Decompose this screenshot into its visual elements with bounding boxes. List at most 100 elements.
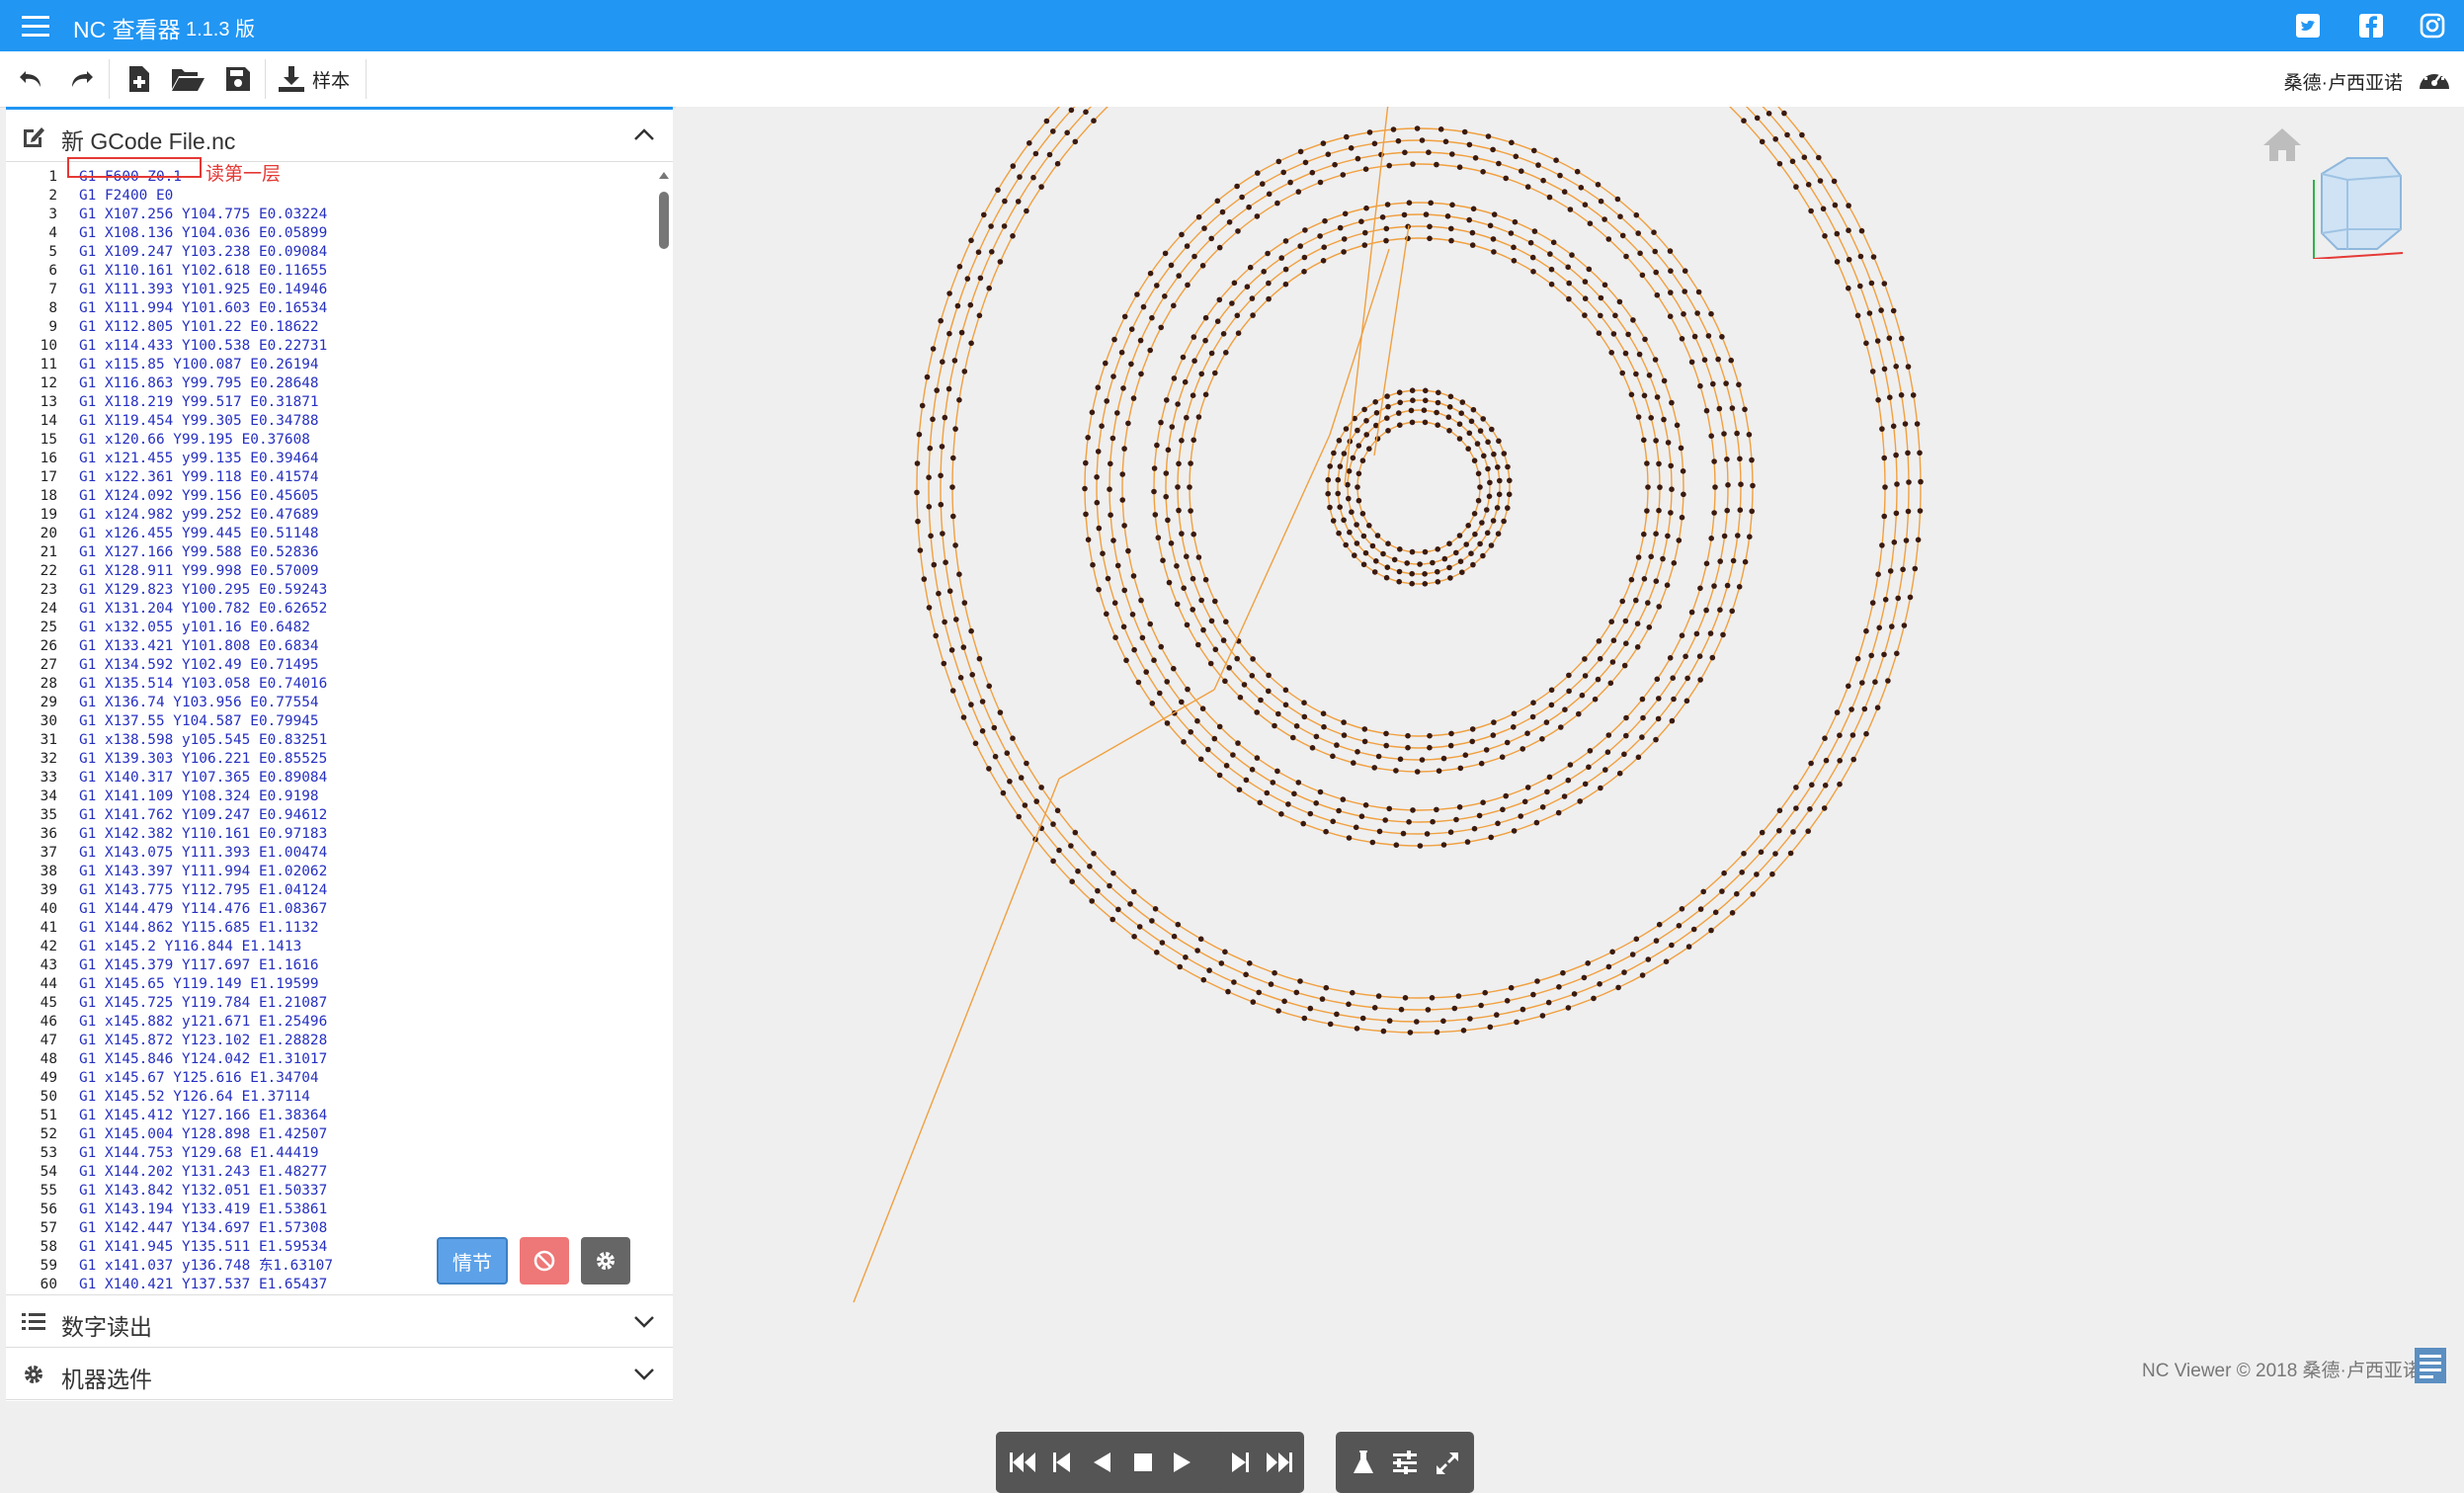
code-line[interactable]: 57 G1 X142.447 Y134.697 E1.57308 bbox=[6, 1219, 653, 1238]
play-reverse-icon[interactable] bbox=[1091, 1451, 1112, 1474]
code-line[interactable]: 13 G1 X118.219 Y99.517 E0.31871 bbox=[6, 393, 653, 412]
numeric-readout-header[interactable]: 数字读出 bbox=[6, 1294, 673, 1348]
code-line[interactable]: 26 G1 X133.421 Y101.808 E0.6834 bbox=[6, 637, 653, 656]
code-line[interactable]: 43 G1 X145.379 Y117.697 E1.1616 bbox=[6, 956, 653, 975]
settings-button[interactable] bbox=[581, 1237, 630, 1285]
open-file-button[interactable] bbox=[168, 61, 207, 97]
code-line[interactable]: 11 G1 x115.85 Y100.087 E0.26194 bbox=[6, 356, 653, 374]
code-line[interactable]: 49 G1 x145.67 Y125.616 E1.34704 bbox=[6, 1069, 653, 1088]
save-button[interactable] bbox=[221, 61, 255, 97]
code-line[interactable]: 34 G1 X141.109 Y108.324 E0.9198 bbox=[6, 788, 653, 806]
doc-icon[interactable] bbox=[2413, 1346, 2448, 1385]
scroll-up-icon[interactable] bbox=[658, 170, 670, 180]
new-file-button[interactable] bbox=[123, 61, 156, 97]
code-line[interactable]: 16 G1 x121.455 y99.135 E0.39464 bbox=[6, 450, 653, 468]
gauge-icon[interactable] bbox=[2417, 63, 2452, 95]
code-line[interactable]: 31 G1 x138.598 y105.545 E0.83251 bbox=[6, 731, 653, 750]
chevron-down-icon[interactable] bbox=[633, 1315, 655, 1329]
code-line[interactable]: 50 G1 X145.52 Y126.64 E1.37114 bbox=[6, 1088, 653, 1107]
code-line[interactable]: 2 G1 F2400 E0 bbox=[6, 187, 653, 206]
code-editor[interactable]: 1 G1 F600 Z0.1 2 G1 F2400 E0 3 G1 X107.256 Y1… bbox=[6, 162, 653, 1294]
skip-start-icon[interactable] bbox=[1008, 1451, 1037, 1474]
code-line[interactable]: 52 G1 X145.004 Y128.898 E1.42507 bbox=[6, 1125, 653, 1144]
step-forward-icon[interactable] bbox=[1229, 1451, 1251, 1474]
code-line[interactable]: 55 G1 X143.842 Y132.051 E1.50337 bbox=[6, 1182, 653, 1201]
user-name[interactable]: 桑德·卢西亚诺 bbox=[2284, 68, 2403, 95]
code-line[interactable]: 47 G1 X145.872 Y123.102 E1.28828 bbox=[6, 1032, 653, 1050]
code-line[interactable]: 4 G1 X108.136 Y104.036 E0.05899 bbox=[6, 224, 653, 243]
code-line[interactable]: 5 G1 X109.247 Y103.238 E0.09084 bbox=[6, 243, 653, 262]
code-line[interactable]: 15 G1 x120.66 Y99.195 E0.37608 bbox=[6, 431, 653, 450]
toolpath-point bbox=[924, 373, 931, 380]
stop-icon[interactable] bbox=[1132, 1452, 1154, 1473]
editor-scrollbar[interactable] bbox=[655, 168, 673, 1393]
code-line[interactable]: 37 G1 X143.075 Y111.393 E1.00474 bbox=[6, 844, 653, 863]
code-line[interactable]: 22 G1 X128.911 Y99.998 E0.57009 bbox=[6, 562, 653, 581]
code-line[interactable]: 10 G1 x114.433 Y100.538 E0.22731 bbox=[6, 337, 653, 356]
view-cube-icon[interactable] bbox=[2308, 150, 2407, 259]
step-back-icon[interactable] bbox=[1051, 1451, 1073, 1474]
code-line[interactable]: 30 G1 X137.55 Y104.587 E0.79945 bbox=[6, 712, 653, 731]
code-line[interactable]: 46 G1 x145.882 y121.671 E1.25496 bbox=[6, 1013, 653, 1032]
play-icon[interactable] bbox=[1172, 1451, 1193, 1474]
code-line[interactable]: 9 G1 X112.805 Y101.22 E0.18622 bbox=[6, 318, 653, 337]
code-line[interactable]: 7 G1 X111.393 Y101.925 E0.14946 bbox=[6, 281, 653, 299]
code-line[interactable]: 18 G1 X124.092 Y99.156 E0.45605 bbox=[6, 487, 653, 506]
toolpath-viewport[interactable]: NC Viewer © 2018 桑德·卢西亚诺 bbox=[676, 0, 2464, 1493]
menu-button[interactable] bbox=[18, 10, 57, 41]
code-line[interactable]: 48 G1 X145.846 Y124.042 E1.31017 bbox=[6, 1050, 653, 1069]
code-line[interactable]: 12 G1 X116.863 Y99.795 E0.28648 bbox=[6, 374, 653, 393]
sample-button[interactable]: 样本 bbox=[277, 61, 360, 97]
code-line[interactable]: 14 G1 X119.454 Y99.305 E0.34788 bbox=[6, 412, 653, 431]
toolpath-canvas[interactable] bbox=[676, 0, 2464, 1406]
code-line[interactable]: 33 G1 X140.317 Y107.365 E0.89084 bbox=[6, 769, 653, 788]
code-line[interactable]: 17 G1 x122.361 Y99.118 E0.41574 bbox=[6, 468, 653, 487]
undo-button[interactable] bbox=[14, 61, 49, 97]
sliders-icon[interactable] bbox=[1391, 1451, 1419, 1474]
code-line[interactable]: 44 G1 X145.65 Y119.149 E1.19599 bbox=[6, 975, 653, 994]
code-line[interactable]: 3 G1 X107.256 Y104.775 E0.03224 bbox=[6, 206, 653, 224]
code-line[interactable]: 29 G1 X136.74 Y103.956 E0.77554 bbox=[6, 694, 653, 712]
code-line[interactable]: 36 G1 X142.382 Y110.161 E0.97183 bbox=[6, 825, 653, 844]
code-line[interactable]: 51 G1 X145.412 Y127.166 E1.38364 bbox=[6, 1107, 653, 1125]
code-line[interactable]: 25 G1 x132.055 y101.16 E0.6482 bbox=[6, 619, 653, 637]
code-line[interactable]: 27 G1 X134.592 Y102.49 E0.71495 bbox=[6, 656, 653, 675]
code-line[interactable]: 39 G1 X143.775 Y112.795 E1.04124 bbox=[6, 881, 653, 900]
skip-end-icon[interactable] bbox=[1265, 1451, 1294, 1474]
clear-button[interactable] bbox=[520, 1237, 569, 1285]
code-line[interactable]: 42 G1 x145.2 Y116.844 E1.1413 bbox=[6, 938, 653, 956]
chevron-up-icon[interactable] bbox=[633, 127, 655, 141]
code-line[interactable]: 20 G1 x126.455 Y99.445 E0.51148 bbox=[6, 525, 653, 543]
plot-button[interactable]: 情节 bbox=[437, 1237, 508, 1285]
code-line[interactable]: 32 G1 X139.303 Y106.221 E0.85525 bbox=[6, 750, 653, 769]
code-line[interactable]: 56 G1 X143.194 Y133.419 E1.53861 bbox=[6, 1201, 653, 1219]
toolpath-point bbox=[1340, 172, 1347, 178]
code-line[interactable]: 41 G1 X144.862 Y115.685 E1.1132 bbox=[6, 919, 653, 938]
code-line[interactable]: 19 G1 x124.982 y99.252 E0.47689 bbox=[6, 506, 653, 525]
code-line[interactable]: 21 G1 X127.166 Y99.588 E0.52836 bbox=[6, 543, 653, 562]
code-line[interactable]: 28 G1 X135.514 Y103.058 E0.74016 bbox=[6, 675, 653, 694]
instagram-icon[interactable] bbox=[2419, 12, 2446, 40]
scroll-thumb[interactable] bbox=[659, 192, 669, 249]
file-panel-header[interactable]: 新 GCode File.nc bbox=[6, 110, 673, 162]
code-line[interactable]: 8 G1 X111.994 Y101.603 E0.16534 bbox=[6, 299, 653, 318]
code-line[interactable]: 35 G1 X141.762 Y109.247 E0.94612 bbox=[6, 806, 653, 825]
code-line[interactable]: 24 G1 X131.204 Y100.782 E0.62652 bbox=[6, 600, 653, 619]
code-text: G1 X141.109 Y108.324 E0.9198 bbox=[79, 788, 319, 804]
machine-options-header[interactable]: 机器选件 bbox=[6, 1348, 673, 1400]
facebook-icon[interactable] bbox=[2357, 12, 2385, 40]
code-line[interactable]: 54 G1 X144.202 Y131.243 E1.48277 bbox=[6, 1163, 653, 1182]
chevron-down-icon[interactable] bbox=[633, 1368, 655, 1381]
toolpath-point bbox=[1176, 273, 1182, 279]
code-line[interactable]: 45 G1 X145.725 Y119.784 E1.21087 bbox=[6, 994, 653, 1013]
twitter-icon[interactable] bbox=[2294, 12, 2322, 40]
code-line[interactable]: 23 G1 X129.823 Y100.295 E0.59243 bbox=[6, 581, 653, 600]
home-icon[interactable] bbox=[2260, 125, 2304, 163]
expand-icon[interactable] bbox=[1435, 1451, 1460, 1476]
redo-button[interactable] bbox=[63, 61, 99, 97]
code-line[interactable]: 53 G1 X144.753 Y129.68 E1.44419 bbox=[6, 1144, 653, 1163]
code-line[interactable]: 38 G1 X143.397 Y111.994 E1.02062 bbox=[6, 863, 653, 881]
code-line[interactable]: 40 G1 X144.479 Y114.476 E1.08367 bbox=[6, 900, 653, 919]
code-line[interactable]: 6 G1 X110.161 Y102.618 E0.11655 bbox=[6, 262, 653, 281]
flask-icon[interactable] bbox=[1352, 1449, 1375, 1476]
